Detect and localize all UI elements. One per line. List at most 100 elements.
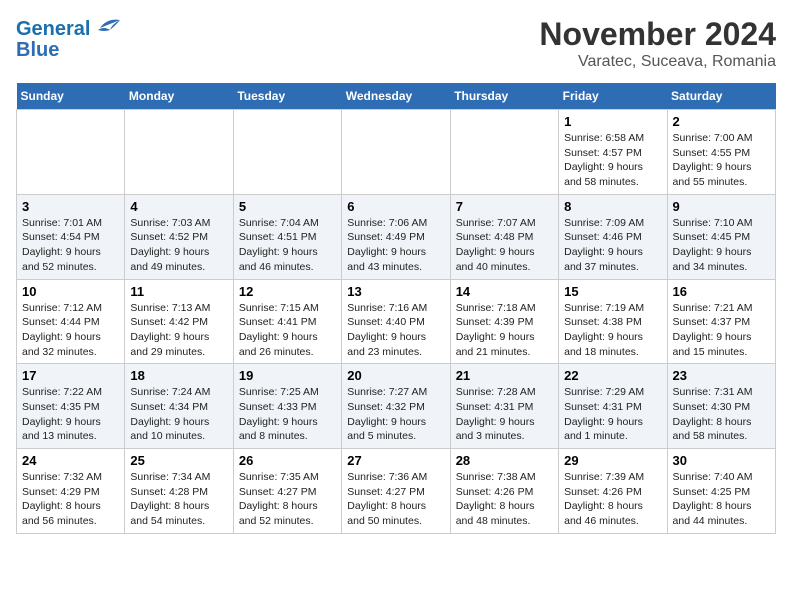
sunset-text: Sunset: 4:40 PM: [347, 315, 444, 330]
day-number: 24: [22, 453, 119, 468]
calendar-cell: 21 Sunrise: 7:28 AM Sunset: 4:31 PM Dayl…: [450, 364, 558, 449]
calendar-cell: 7 Sunrise: 7:07 AM Sunset: 4:48 PM Dayli…: [450, 194, 558, 279]
calendar-cell: 27 Sunrise: 7:36 AM Sunset: 4:27 PM Dayl…: [342, 449, 450, 534]
sunset-text: Sunset: 4:28 PM: [130, 485, 227, 500]
day-number: 5: [239, 199, 336, 214]
header-thursday: Thursday: [450, 83, 558, 110]
day-info: Sunrise: 7:15 AM Sunset: 4:41 PM Dayligh…: [239, 301, 336, 360]
calendar-cell: 3 Sunrise: 7:01 AM Sunset: 4:54 PM Dayli…: [17, 194, 125, 279]
day-info: Sunrise: 7:19 AM Sunset: 4:38 PM Dayligh…: [564, 301, 661, 360]
calendar-cell: 2 Sunrise: 7:00 AM Sunset: 4:55 PM Dayli…: [667, 110, 775, 195]
sunset-text: Sunset: 4:41 PM: [239, 315, 336, 330]
day-number: 30: [673, 453, 770, 468]
sunrise-text: Sunrise: 7:15 AM: [239, 301, 336, 316]
calendar-cell: [450, 110, 558, 195]
calendar-cell: 12 Sunrise: 7:15 AM Sunset: 4:41 PM Dayl…: [233, 279, 341, 364]
day-number: 13: [347, 284, 444, 299]
calendar-cell: [17, 110, 125, 195]
day-number: 8: [564, 199, 661, 214]
daylight-text: Daylight: 9 hours and 23 minutes.: [347, 330, 444, 359]
sunrise-text: Sunrise: 7:29 AM: [564, 385, 661, 400]
daylight-text: Daylight: 8 hours and 52 minutes.: [239, 499, 336, 528]
calendar-week-row: 1 Sunrise: 6:58 AM Sunset: 4:57 PM Dayli…: [17, 110, 776, 195]
sunrise-text: Sunrise: 7:40 AM: [673, 470, 770, 485]
calendar-cell: 14 Sunrise: 7:18 AM Sunset: 4:39 PM Dayl…: [450, 279, 558, 364]
daylight-text: Daylight: 8 hours and 50 minutes.: [347, 499, 444, 528]
sunrise-text: Sunrise: 7:04 AM: [239, 216, 336, 231]
sunrise-text: Sunrise: 7:22 AM: [22, 385, 119, 400]
daylight-text: Daylight: 9 hours and 52 minutes.: [22, 245, 119, 274]
title-block: November 2024 Varatec, Suceava, Romania: [539, 16, 776, 71]
day-number: 29: [564, 453, 661, 468]
sunrise-text: Sunrise: 7:31 AM: [673, 385, 770, 400]
sunset-text: Sunset: 4:37 PM: [673, 315, 770, 330]
daylight-text: Daylight: 9 hours and 34 minutes.: [673, 245, 770, 274]
calendar-cell: 18 Sunrise: 7:24 AM Sunset: 4:34 PM Dayl…: [125, 364, 233, 449]
day-info: Sunrise: 7:03 AM Sunset: 4:52 PM Dayligh…: [130, 216, 227, 275]
day-number: 23: [673, 368, 770, 383]
day-info: Sunrise: 7:25 AM Sunset: 4:33 PM Dayligh…: [239, 385, 336, 444]
sunrise-text: Sunrise: 7:32 AM: [22, 470, 119, 485]
sunset-text: Sunset: 4:27 PM: [239, 485, 336, 500]
day-info: Sunrise: 7:07 AM Sunset: 4:48 PM Dayligh…: [456, 216, 553, 275]
sunset-text: Sunset: 4:48 PM: [456, 230, 553, 245]
day-number: 9: [673, 199, 770, 214]
daylight-text: Daylight: 8 hours and 56 minutes.: [22, 499, 119, 528]
sunrise-text: Sunrise: 6:58 AM: [564, 131, 661, 146]
calendar-cell: 10 Sunrise: 7:12 AM Sunset: 4:44 PM Dayl…: [17, 279, 125, 364]
sunrise-text: Sunrise: 7:12 AM: [22, 301, 119, 316]
daylight-text: Daylight: 9 hours and 21 minutes.: [456, 330, 553, 359]
day-info: Sunrise: 7:16 AM Sunset: 4:40 PM Dayligh…: [347, 301, 444, 360]
day-info: Sunrise: 7:18 AM Sunset: 4:39 PM Dayligh…: [456, 301, 553, 360]
sunrise-text: Sunrise: 7:13 AM: [130, 301, 227, 316]
calendar-cell: 13 Sunrise: 7:16 AM Sunset: 4:40 PM Dayl…: [342, 279, 450, 364]
sunrise-text: Sunrise: 7:25 AM: [239, 385, 336, 400]
day-number: 20: [347, 368, 444, 383]
sunrise-text: Sunrise: 7:35 AM: [239, 470, 336, 485]
calendar-week-row: 10 Sunrise: 7:12 AM Sunset: 4:44 PM Dayl…: [17, 279, 776, 364]
day-info: Sunrise: 7:29 AM Sunset: 4:31 PM Dayligh…: [564, 385, 661, 444]
sunrise-text: Sunrise: 7:38 AM: [456, 470, 553, 485]
day-number: 26: [239, 453, 336, 468]
day-number: 19: [239, 368, 336, 383]
day-info: Sunrise: 7:38 AM Sunset: 4:26 PM Dayligh…: [456, 470, 553, 529]
sunrise-text: Sunrise: 7:06 AM: [347, 216, 444, 231]
sunset-text: Sunset: 4:54 PM: [22, 230, 119, 245]
calendar-cell: 4 Sunrise: 7:03 AM Sunset: 4:52 PM Dayli…: [125, 194, 233, 279]
sunset-text: Sunset: 4:44 PM: [22, 315, 119, 330]
weekday-header-row: Sunday Monday Tuesday Wednesday Thursday…: [17, 83, 776, 110]
day-info: Sunrise: 7:39 AM Sunset: 4:26 PM Dayligh…: [564, 470, 661, 529]
day-number: 12: [239, 284, 336, 299]
daylight-text: Daylight: 9 hours and 40 minutes.: [456, 245, 553, 274]
daylight-text: Daylight: 9 hours and 26 minutes.: [239, 330, 336, 359]
sunset-text: Sunset: 4:38 PM: [564, 315, 661, 330]
sunrise-text: Sunrise: 7:36 AM: [347, 470, 444, 485]
daylight-text: Daylight: 9 hours and 49 minutes.: [130, 245, 227, 274]
day-number: 21: [456, 368, 553, 383]
day-number: 16: [673, 284, 770, 299]
day-number: 10: [22, 284, 119, 299]
calendar-cell: 9 Sunrise: 7:10 AM Sunset: 4:45 PM Dayli…: [667, 194, 775, 279]
day-info: Sunrise: 7:21 AM Sunset: 4:37 PM Dayligh…: [673, 301, 770, 360]
logo-bird-icon: [92, 16, 122, 42]
day-number: 28: [456, 453, 553, 468]
day-number: 27: [347, 453, 444, 468]
page-container: General Blue November 2024 Varatec, Suce…: [0, 0, 792, 550]
calendar-cell: 25 Sunrise: 7:34 AM Sunset: 4:28 PM Dayl…: [125, 449, 233, 534]
sunrise-text: Sunrise: 7:09 AM: [564, 216, 661, 231]
day-info: Sunrise: 7:00 AM Sunset: 4:55 PM Dayligh…: [673, 131, 770, 190]
day-info: Sunrise: 7:12 AM Sunset: 4:44 PM Dayligh…: [22, 301, 119, 360]
sunset-text: Sunset: 4:46 PM: [564, 230, 661, 245]
day-info: Sunrise: 7:40 AM Sunset: 4:25 PM Dayligh…: [673, 470, 770, 529]
day-number: 22: [564, 368, 661, 383]
page-subtitle: Varatec, Suceava, Romania: [539, 53, 776, 71]
sunset-text: Sunset: 4:45 PM: [673, 230, 770, 245]
sunset-text: Sunset: 4:26 PM: [456, 485, 553, 500]
sunset-text: Sunset: 4:51 PM: [239, 230, 336, 245]
sunset-text: Sunset: 4:31 PM: [564, 400, 661, 415]
daylight-text: Daylight: 9 hours and 32 minutes.: [22, 330, 119, 359]
day-info: Sunrise: 7:01 AM Sunset: 4:54 PM Dayligh…: [22, 216, 119, 275]
sunset-text: Sunset: 4:39 PM: [456, 315, 553, 330]
calendar-cell: 8 Sunrise: 7:09 AM Sunset: 4:46 PM Dayli…: [559, 194, 667, 279]
sunrise-text: Sunrise: 7:34 AM: [130, 470, 227, 485]
